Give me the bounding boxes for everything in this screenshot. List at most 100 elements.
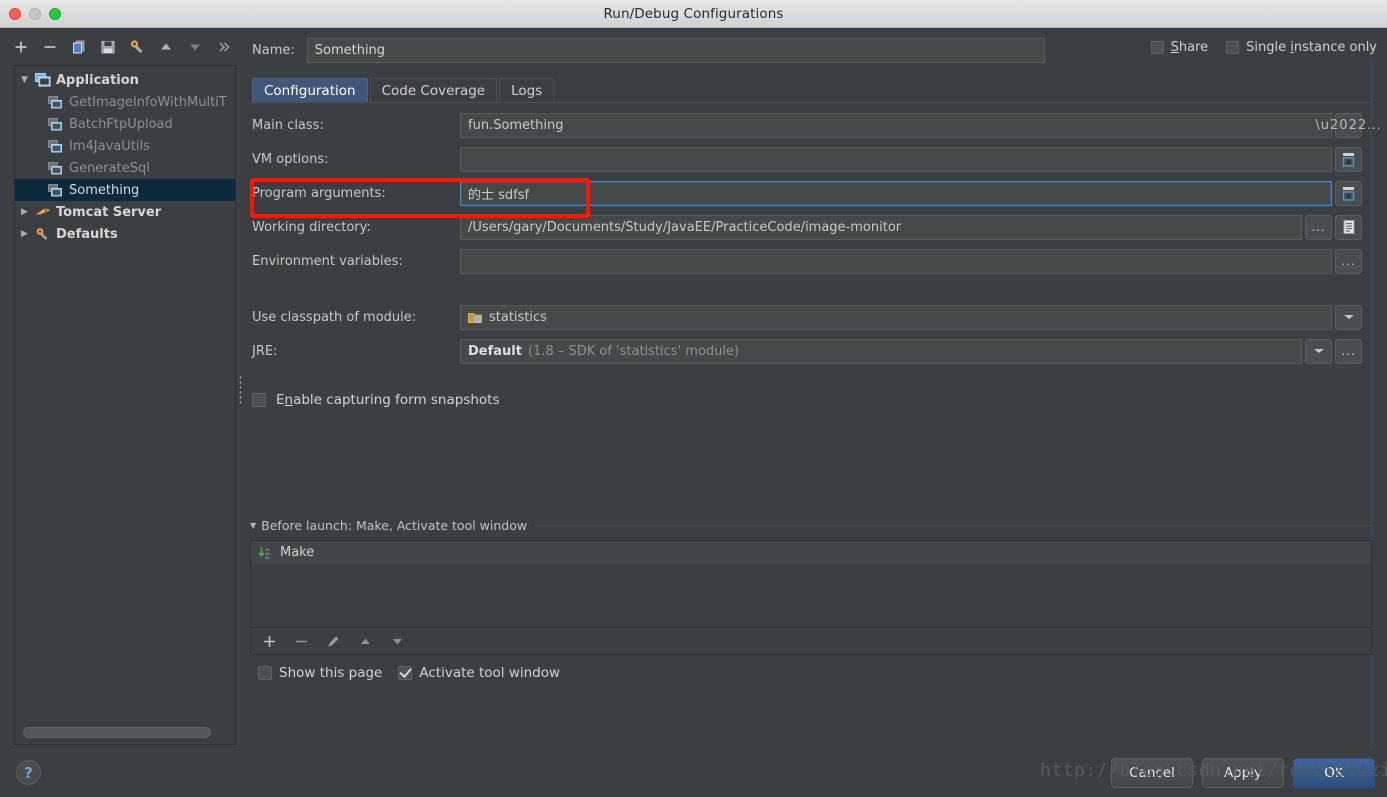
tree-item-label: Defaults xyxy=(56,226,118,242)
defaults-wrench-icon xyxy=(35,227,52,241)
show-this-page-checkbox-box[interactable] xyxy=(258,666,272,680)
main-class-browse-button[interactable]: \u2022... xyxy=(1315,112,1381,138)
minus-icon[interactable] xyxy=(41,38,59,56)
browse-dots: ... xyxy=(1367,118,1382,132)
jre-value-detail: (1.8 – SDK of 'statistics' module) xyxy=(527,343,740,359)
name-row: Name: Something xyxy=(252,37,1092,64)
before-launch-header[interactable]: ▼ Before launch: Make, Activate tool win… xyxy=(250,517,1372,533)
jre-browse-button[interactable]: ... xyxy=(1335,338,1362,364)
run-config-icon xyxy=(48,139,65,153)
name-input-value: Something xyxy=(314,43,386,58)
macros-icon[interactable] xyxy=(1335,214,1362,240)
before-launch-rule xyxy=(535,524,1372,526)
list-item-label: Make xyxy=(280,545,315,560)
tree-item-generatesql[interactable]: GenerateSql xyxy=(15,157,235,179)
application-icon xyxy=(35,73,52,87)
plus-icon[interactable] xyxy=(12,38,30,56)
configurations-tree[interactable]: ▼ Application GetImageInfoWithMultiT BatchF… xyxy=(15,66,235,245)
window-controls[interactable] xyxy=(9,8,61,20)
activate-tool-window-checkbox-box[interactable] xyxy=(398,666,413,680)
environment-variables-browse-button[interactable]: ... xyxy=(1335,248,1362,274)
run-config-icon xyxy=(48,161,65,175)
svg-text:01: 01 xyxy=(265,557,270,560)
jre-value-default: Default xyxy=(468,343,522,359)
tree-item-tomcat-server[interactable]: ▶ Tomcat Server xyxy=(15,201,235,223)
chevron-double-right-icon[interactable] xyxy=(215,38,233,56)
form-gap xyxy=(252,278,1372,300)
tab-code-coverage[interactable]: Code Coverage xyxy=(369,78,498,103)
tree-item-batchftpupload[interactable]: BatchFtpUpload xyxy=(15,113,235,135)
minimize-window-button[interactable] xyxy=(29,8,41,20)
form-snapshots-checkbox-box[interactable] xyxy=(252,393,266,407)
tree-item-something[interactable]: Something xyxy=(15,179,235,201)
chevron-right-icon[interactable]: ▶ xyxy=(21,229,35,239)
module-folder-icon xyxy=(468,311,482,324)
name-input[interactable]: Something xyxy=(306,38,1045,63)
plus-icon[interactable] xyxy=(261,633,277,649)
panel-splitter-handle[interactable] xyxy=(236,370,244,410)
share-checkbox-box[interactable] xyxy=(1150,41,1164,54)
activate-tool-window-label: Activate tool window xyxy=(419,665,561,681)
show-this-page-checkbox[interactable]: Show this page xyxy=(258,665,382,681)
copy-icon[interactable] xyxy=(70,38,88,56)
environment-variables-row: Environment variables: ... xyxy=(252,244,1372,278)
move-down-icon[interactable] xyxy=(389,633,405,649)
vm-options-input[interactable] xyxy=(460,146,1332,172)
tree-horizontal-scrollbar[interactable] xyxy=(23,727,211,738)
move-down-icon[interactable] xyxy=(186,38,204,56)
vm-options-label: VM options: xyxy=(252,151,329,167)
main-class-value: fun.Something xyxy=(468,117,564,133)
settings-wrench-icon[interactable] xyxy=(128,38,146,56)
classpath-module-dropdown-arrow[interactable] xyxy=(1335,304,1362,330)
expand-field-icon[interactable] xyxy=(1335,146,1362,172)
chevron-down-icon[interactable]: ▼ xyxy=(21,75,35,85)
program-arguments-input[interactable]: 的士 sdfsf xyxy=(460,180,1332,206)
jre-label: JRE: xyxy=(252,343,278,359)
before-launch-toolbar xyxy=(250,628,1372,655)
vm-options-row: VM options: xyxy=(252,142,1372,176)
tree-item-defaults[interactable]: ▶ Defaults xyxy=(15,223,235,245)
save-icon[interactable] xyxy=(99,38,117,56)
watermark-text: http://blog.csdn.net/revitalizing xyxy=(1040,760,1387,781)
pencil-edit-icon[interactable] xyxy=(325,633,341,649)
run-config-icon xyxy=(48,95,65,109)
expand-field-icon[interactable] xyxy=(1335,180,1362,206)
tab-logs[interactable]: Logs xyxy=(499,78,555,103)
working-directory-input[interactable]: /Users/gary/Documents/Study/JavaEE/Pract… xyxy=(460,214,1302,240)
chevron-right-icon[interactable]: ▶ xyxy=(21,207,35,217)
browse-dots: ... xyxy=(1311,220,1326,234)
help-button[interactable]: ? xyxy=(16,760,41,785)
move-up-icon[interactable] xyxy=(357,633,373,649)
main-class-input[interactable]: fun.Something xyxy=(460,112,1332,138)
share-checkbox[interactable]: Share xyxy=(1150,40,1208,55)
before-launch-list[interactable]: 01 10 01 Make xyxy=(250,540,1372,628)
move-up-icon[interactable] xyxy=(157,38,175,56)
minus-icon[interactable] xyxy=(293,633,309,649)
environment-variables-label: Environment variables: xyxy=(252,253,403,269)
form-snapshots-checkbox[interactable]: Enable capturing form snapshots xyxy=(252,380,1372,420)
single-instance-checkbox[interactable]: Single instance only xyxy=(1226,40,1377,55)
close-window-button[interactable] xyxy=(9,8,21,20)
list-item[interactable]: 01 10 01 Make xyxy=(251,541,1371,564)
single-instance-checkbox-box[interactable] xyxy=(1226,41,1240,54)
jre-combobox[interactable]: Default (1.8 – SDK of 'statistics' modul… xyxy=(460,338,1302,364)
tree-item-label: GetImageInfoWithMultiT xyxy=(69,94,227,110)
program-arguments-row: Program arguments: 的士 sdfsf xyxy=(252,176,1372,210)
configuration-tabs[interactable]: Configuration Code Coverage Logs xyxy=(252,77,556,103)
classpath-module-label: Use classpath of module: xyxy=(252,309,417,325)
tree-item-application[interactable]: ▼ Application xyxy=(15,69,235,91)
configuration-form: Main class: fun.Something \u2022... VM o… xyxy=(252,108,1381,420)
working-directory-browse-button[interactable]: ... xyxy=(1305,214,1332,240)
tree-item-getimageinfowithmultit[interactable]: GetImageInfoWithMultiT xyxy=(15,91,235,113)
zoom-window-button[interactable] xyxy=(49,8,61,20)
tree-item-im4javautils[interactable]: Im4JavaUtils xyxy=(15,135,235,157)
activate-tool-window-checkbox[interactable]: Activate tool window xyxy=(398,665,560,681)
classpath-module-combobox[interactable]: statistics xyxy=(460,304,1332,330)
tab-configuration[interactable]: Configuration xyxy=(252,78,368,103)
jre-dropdown-arrow[interactable] xyxy=(1305,338,1332,364)
main-class-label: Main class: xyxy=(252,117,324,133)
tree-item-label: Something xyxy=(69,182,140,198)
collapse-arrow-icon[interactable]: ▼ xyxy=(250,521,256,530)
environment-variables-input[interactable] xyxy=(460,248,1332,274)
program-arguments-value: 的士 sdfsf xyxy=(468,187,530,203)
